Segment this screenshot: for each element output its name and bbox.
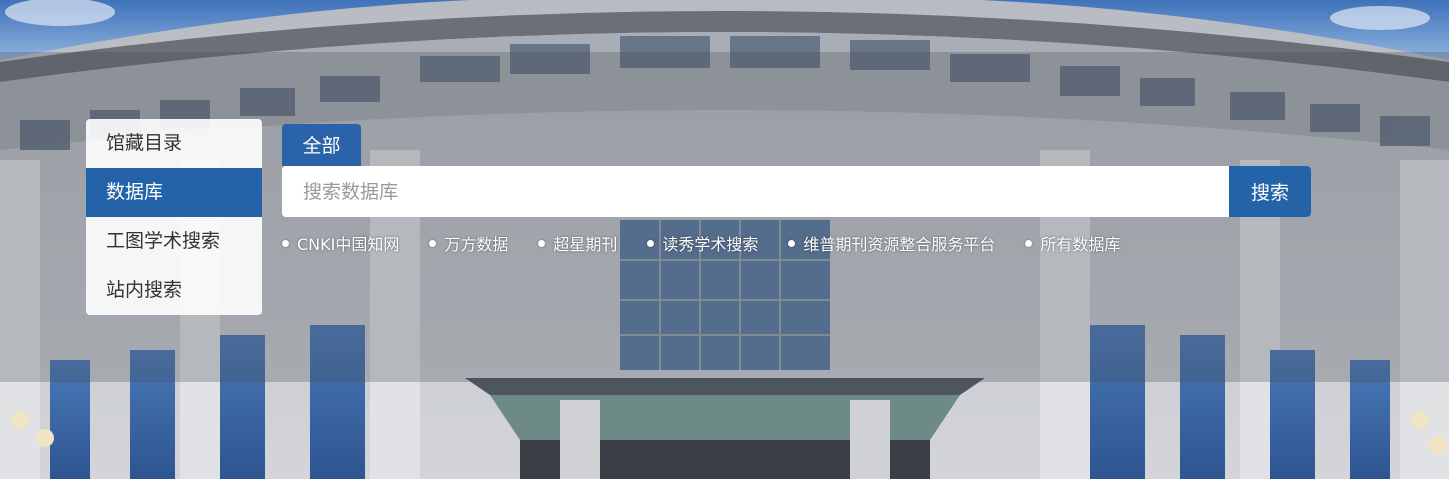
search-bar: 搜索 xyxy=(282,166,1311,217)
quick-link-label: CNKI中国知网 xyxy=(297,235,400,254)
search-type-tabs: 馆藏目录 数据库 工图学术搜索 站内搜索 xyxy=(86,119,262,315)
bullet-icon xyxy=(788,239,796,247)
quick-link-cnki[interactable]: CNKI中国知网 xyxy=(282,231,399,255)
quick-link-label: 维普期刊资源整合服务平台 xyxy=(803,235,996,254)
quick-link-label: 所有数据库 xyxy=(1040,235,1121,254)
quick-link-duxiu[interactable]: 读秀学术搜索 xyxy=(647,231,758,255)
bullet-icon xyxy=(429,239,437,247)
quick-link-label: 读秀学术搜索 xyxy=(662,235,759,254)
quick-link-label: 超星期刊 xyxy=(553,235,618,254)
search-button[interactable]: 搜索 xyxy=(1229,166,1311,217)
quick-link-label: 万方数据 xyxy=(444,235,509,254)
search-input[interactable] xyxy=(282,166,1229,217)
search-scope-chip[interactable]: 全部 xyxy=(282,124,361,166)
tab-catalog[interactable]: 馆藏目录 xyxy=(86,119,262,168)
bullet-icon xyxy=(282,239,289,247)
quick-links: CNKI中国知网 万方数据 超星期刊 读秀学术搜索 维普期刊资源整合服务平台 所… xyxy=(282,232,1120,254)
tab-site-search[interactable]: 站内搜索 xyxy=(86,266,262,315)
quick-link-all-databases[interactable]: 所有数据库 xyxy=(1025,231,1120,255)
tab-databases[interactable]: 数据库 xyxy=(86,168,262,217)
quick-link-vip[interactable]: 维普期刊资源整合服务平台 xyxy=(788,231,995,255)
bullet-icon xyxy=(538,239,546,247)
bullet-icon xyxy=(647,239,655,247)
quick-link-wanfang[interactable]: 万方数据 xyxy=(429,231,508,255)
tab-academic-search[interactable]: 工图学术搜索 xyxy=(86,217,262,266)
quick-link-chaoxing[interactable]: 超星期刊 xyxy=(538,231,617,255)
bullet-icon xyxy=(1025,239,1033,247)
